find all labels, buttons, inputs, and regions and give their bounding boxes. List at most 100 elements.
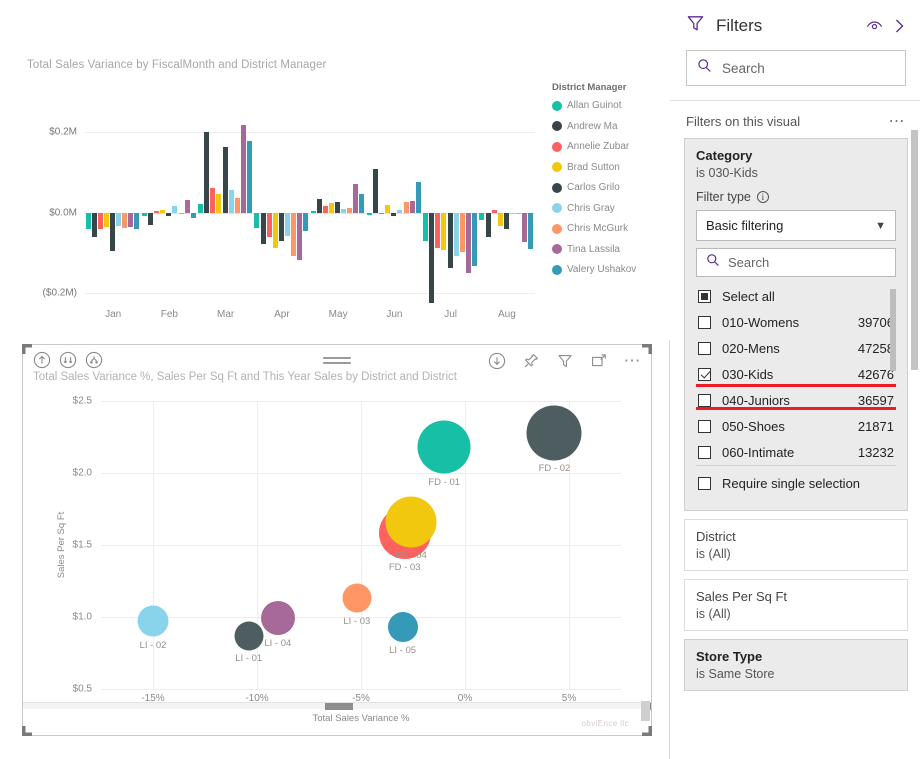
filter-icon[interactable] <box>554 350 575 371</box>
legend-item[interactable]: Brad Sutton <box>552 162 664 173</box>
bar-segment[interactable] <box>316 199 322 213</box>
visual-header-right-toolbar[interactable]: ⋯ <box>486 350 643 371</box>
filter-card[interactable]: District is (All) <box>684 519 908 571</box>
bar-segment[interactable] <box>216 194 222 213</box>
filter-option-row[interactable]: 050-Shoes 21871 <box>696 413 896 439</box>
bar-segment[interactable] <box>240 125 246 213</box>
legend-item[interactable]: Tina Lassila <box>552 244 664 255</box>
eye-icon[interactable] <box>866 20 883 33</box>
bar-segment[interactable] <box>303 212 309 232</box>
filter-option-checkbox[interactable] <box>698 315 711 329</box>
filter-card[interactable]: Sales Per Sq Ft is (All) <box>684 579 908 631</box>
category-options-list[interactable]: Select all 010-Womens 39706 020-Mens 47258 0… <box>696 283 896 461</box>
bar-segment[interactable] <box>91 212 97 238</box>
bar-segment[interactable] <box>291 212 297 256</box>
bar-segment[interactable] <box>453 212 459 256</box>
bar-segment[interactable] <box>254 212 260 228</box>
select-all-checkbox[interactable] <box>698 289 711 303</box>
bar-segment[interactable] <box>429 212 435 303</box>
bar-segment[interactable] <box>190 212 196 219</box>
bar-month-group[interactable] <box>366 120 422 305</box>
bar-segment[interactable] <box>97 212 103 229</box>
scatter-bubble[interactable] <box>526 405 582 461</box>
scatter-bubble[interactable] <box>260 601 295 636</box>
bar-segment[interactable] <box>322 206 328 213</box>
bar-segment[interactable] <box>297 212 303 260</box>
bar-segment[interactable] <box>335 202 341 213</box>
scatter-bubble[interactable] <box>342 583 372 613</box>
scatter-chart-visual[interactable]: ⋯ Total Sales Variance %, Sales Per Sq F… <box>22 344 652 736</box>
filter-option-checkbox[interactable] <box>698 341 711 355</box>
filter-option-row[interactable]: 010-Womens 39706 <box>696 309 896 335</box>
bar-segment[interactable] <box>116 212 122 227</box>
drill-mode-icon[interactable] <box>486 350 507 371</box>
bar-segment[interactable] <box>103 212 109 227</box>
bar-segment[interactable] <box>310 211 316 213</box>
bar-segment[interactable] <box>347 207 353 213</box>
bar-segment[interactable] <box>148 212 154 226</box>
bar-segment[interactable] <box>479 212 485 220</box>
legend-item[interactable]: Allan Guinot <box>552 100 664 111</box>
bar-segment[interactable] <box>160 209 166 213</box>
legend-item[interactable]: Valery Ushakov <box>552 264 664 275</box>
scatter-plot-area[interactable]: $2.5 $2.0 $1.5 $1.0 $0.5 -15% -10% -5% 0% 5% Sales… <box>56 396 621 724</box>
bar-month-group[interactable] <box>85 120 141 305</box>
bar-segment[interactable] <box>328 202 334 213</box>
bar-segment[interactable] <box>172 206 178 213</box>
visual-header-left-toolbar[interactable] <box>31 349 104 370</box>
bar-month-group[interactable] <box>198 120 254 305</box>
filter-option-row[interactable]: 060-Intimate 13232 <box>696 439 896 461</box>
bar-segment[interactable] <box>503 212 509 229</box>
filter-option-checkbox[interactable] <box>698 419 711 433</box>
bar-segment[interactable] <box>373 169 379 213</box>
drill-up-icon[interactable] <box>31 349 52 370</box>
horizontal-scrollbar-thumb[interactable] <box>325 703 353 710</box>
filter-option-row[interactable]: 020-Mens 47258 <box>696 335 896 361</box>
visual-drag-handle[interactable] <box>323 357 351 367</box>
bar-segment[interactable] <box>497 212 503 227</box>
selection-handle-bottom-right[interactable] <box>642 726 652 736</box>
bar-segment[interactable] <box>204 132 210 213</box>
options-scrollbar-thumb[interactable] <box>890 289 896 371</box>
bar-segment[interactable] <box>154 210 160 213</box>
bar-segment[interactable] <box>359 194 365 213</box>
bar-segment[interactable] <box>272 212 278 248</box>
bar-segment[interactable] <box>471 212 477 267</box>
vertical-scrollbar-thumb[interactable] <box>641 701 650 721</box>
bar-segment[interactable] <box>385 205 391 213</box>
bar-segment[interactable] <box>141 212 147 217</box>
legend-item[interactable]: Chris Gray <box>552 203 664 214</box>
bar-month-group[interactable] <box>310 120 366 305</box>
bar-segment[interactable] <box>210 187 216 213</box>
bar-segment[interactable] <box>409 200 415 213</box>
scatter-bubble[interactable] <box>137 605 169 637</box>
filter-card-category[interactable]: Category is 030-Kids Filter type i Basic… <box>684 138 908 511</box>
bar-segment[interactable] <box>198 203 204 213</box>
bar-chart-visual[interactable]: Total Sales Variance by FiscalMonth and … <box>0 0 670 340</box>
legend-item[interactable]: Chris McGurk <box>552 223 664 234</box>
expand-next-level-icon[interactable] <box>57 349 78 370</box>
legend-item[interactable]: Andrew Ma <box>552 121 664 132</box>
horizontal-scrollbar[interactable] <box>23 702 651 710</box>
collapse-pane-icon[interactable] <box>893 18 906 34</box>
bar-segment[interactable] <box>366 212 372 215</box>
bar-segment[interactable] <box>284 212 290 236</box>
filters-pane-scrollbar-thumb[interactable] <box>911 130 918 370</box>
bar-segment[interactable] <box>403 201 409 213</box>
drill-down-hierarchy-icon[interactable] <box>83 349 104 370</box>
bar-segment[interactable] <box>178 212 184 215</box>
bar-segment[interactable] <box>397 209 403 213</box>
bar-segment[interactable] <box>447 212 453 268</box>
bar-segment[interactable] <box>459 212 465 252</box>
section-more-options-icon[interactable]: ⋯ <box>889 113 907 129</box>
bar-segment[interactable] <box>128 212 134 227</box>
scatter-bubble[interactable] <box>234 621 264 651</box>
bar-segment[interactable] <box>391 212 397 217</box>
bar-segment[interactable] <box>423 212 429 241</box>
bar-segment[interactable] <box>134 212 140 230</box>
filters-search-box[interactable]: Search <box>686 50 906 86</box>
bar-segment[interactable] <box>222 147 228 213</box>
bar-segment[interactable] <box>110 212 116 252</box>
bar-segment[interactable] <box>379 212 385 214</box>
bar-segment[interactable] <box>266 212 272 238</box>
